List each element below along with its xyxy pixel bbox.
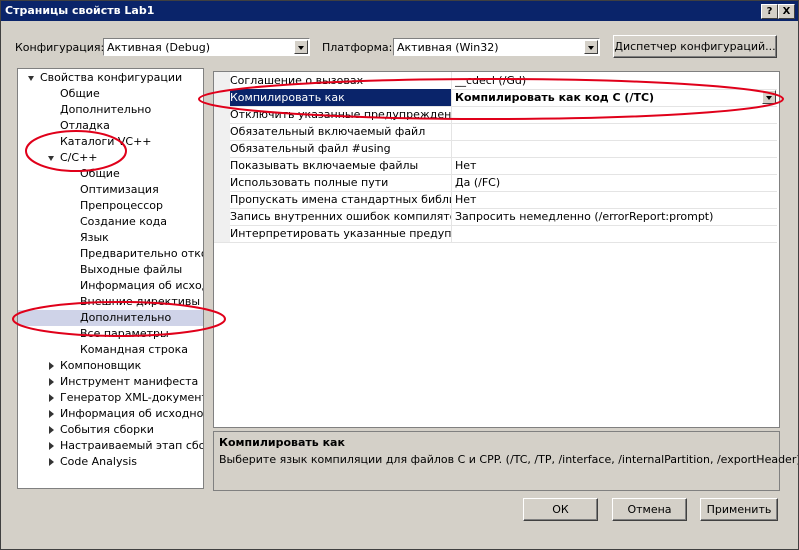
grid-row[interactable]: Показывать включаемые файлы Нет	[214, 157, 777, 175]
tree-item-code-analysis[interactable]: Code Analysis	[60, 454, 137, 470]
config-label: Конфигурация:	[15, 41, 105, 54]
tree-item-vc-directories[interactable]: Каталоги VC++	[60, 134, 152, 150]
window-title: Страницы свойств Lab1	[5, 4, 155, 17]
grid-row-selected[interactable]: Компилировать как Компилировать как код …	[214, 89, 777, 107]
grid-row[interactable]: Интерпретировать указанные предупреждени…	[214, 225, 777, 243]
tree-cpp-optimization[interactable]: Оптимизация	[80, 182, 159, 198]
grid-row[interactable]: Соглашение о вызовах __cdecl (/Gd)	[214, 72, 777, 90]
description-title: Компилировать как	[219, 436, 345, 449]
tree-root[interactable]: Свойства конфигурации	[40, 70, 182, 86]
tree-cpp-all-options[interactable]: Все параметры	[80, 326, 169, 342]
value-dropdown[interactable]	[761, 90, 776, 105]
help-button[interactable]: ?	[761, 4, 778, 19]
row-gutter	[214, 157, 230, 174]
tree-item-xml-generator[interactable]: Генератор XML-документов	[60, 390, 203, 406]
tree-cpp-language[interactable]: Язык	[80, 230, 109, 246]
tree-cpp-advanced[interactable]: Дополнительно	[80, 310, 171, 326]
row-gutter	[214, 174, 230, 191]
grid-row[interactable]: Обязательный файл #using	[214, 140, 777, 158]
expanded-arrow-icon[interactable]	[48, 156, 54, 161]
apply-button[interactable]: Применить	[700, 498, 778, 521]
row-gutter	[214, 140, 230, 157]
tree-item-manifest-tool[interactable]: Инструмент манифеста	[60, 374, 198, 390]
property-value[interactable]: Нет	[455, 157, 775, 174]
grid-row[interactable]: Пропускать имена стандартных библиотек Н…	[214, 191, 777, 209]
property-value[interactable]: Компилировать как код C (/TC)	[455, 89, 775, 106]
collapsed-arrow-icon[interactable]	[49, 442, 54, 450]
row-gutter	[214, 191, 230, 208]
property-name: Обязательный включаемый файл	[230, 123, 452, 140]
grid-row[interactable]: Использовать полные пути Да (/FC)	[214, 174, 777, 192]
property-name: Использовать полные пути	[230, 174, 452, 191]
property-value[interactable]: Да (/FC)	[455, 174, 775, 191]
platform-label: Платформа:	[322, 41, 393, 54]
ok-button[interactable]: ОК	[523, 498, 598, 521]
property-name: Соглашение о вызовах	[230, 72, 452, 89]
property-value[interactable]	[455, 140, 775, 157]
row-gutter	[214, 106, 230, 123]
config-combo-value: Активная (Debug)	[107, 41, 211, 54]
property-name: Интерпретировать указанные предупреждени…	[230, 225, 452, 242]
collapsed-arrow-icon[interactable]	[49, 378, 54, 386]
row-gutter	[214, 123, 230, 140]
config-combo[interactable]: Активная (Debug)	[103, 38, 310, 56]
tree-item-build-events[interactable]: События сборки	[60, 422, 154, 438]
collapsed-arrow-icon[interactable]	[49, 362, 54, 370]
tree-cpp-precompiled-headers[interactable]: Предварительно откомпилированные заголов…	[80, 246, 203, 262]
tree-item-general[interactable]: Общие	[60, 86, 100, 102]
property-grid[interactable]: Соглашение о вызовах __cdecl (/Gd) Компи…	[213, 71, 780, 428]
chevron-down-icon[interactable]	[294, 40, 308, 54]
tree-cpp-output-files[interactable]: Выходные файлы	[80, 262, 182, 278]
description-panel: Компилировать как Выберите язык компиляц…	[213, 431, 798, 491]
collapsed-arrow-icon[interactable]	[49, 410, 54, 418]
close-button[interactable]: X	[778, 4, 795, 19]
tree-item-browse-information[interactable]: Информация об исходном коде	[60, 406, 203, 422]
platform-combo-value: Активная (Win32)	[397, 41, 499, 54]
property-name: Обязательный файл #using	[230, 140, 452, 157]
platform-combo[interactable]: Активная (Win32)	[393, 38, 600, 56]
description-text: Выберите язык компиляции для файлов C и …	[219, 453, 799, 466]
cancel-button[interactable]: Отмена	[612, 498, 687, 521]
config-manager-button[interactable]: Диспетчер конфигураций...	[613, 35, 777, 58]
row-gutter	[214, 89, 230, 106]
property-value[interactable]	[455, 225, 775, 242]
property-name: Отключить указанные предупреждения	[230, 106, 452, 123]
config-tree[interactable]: Свойства конфигурации Общие Дополнительн…	[17, 68, 204, 489]
property-value[interactable]	[455, 106, 775, 123]
collapsed-arrow-icon[interactable]	[49, 458, 54, 466]
title-bar: Страницы свойств Lab1 ? X	[1, 1, 798, 21]
property-value[interactable]: Нет	[455, 191, 775, 208]
tree-cpp-general[interactable]: Общие	[80, 166, 120, 182]
property-value[interactable]	[455, 123, 775, 140]
tree-item-advanced[interactable]: Дополнительно	[60, 102, 151, 118]
expanded-arrow-icon[interactable]	[28, 76, 34, 81]
tree-cpp-preprocessor[interactable]: Препроцессор	[80, 198, 163, 214]
property-name: Показывать включаемые файлы	[230, 157, 452, 174]
tree-item-custom-build-step[interactable]: Настраиваемый этап сборки	[60, 438, 203, 454]
property-name: Пропускать имена стандартных библиотек	[230, 191, 452, 208]
grid-row[interactable]: Обязательный включаемый файл	[214, 123, 777, 141]
property-name: Компилировать как	[230, 89, 452, 106]
tree-item-debugging[interactable]: Отладка	[60, 118, 110, 134]
tree-cpp-browse-info[interactable]: Информация об исходном файле	[80, 278, 203, 294]
tree-item-linker[interactable]: Компоновщик	[60, 358, 141, 374]
property-value[interactable]: Запросить немедленно (/errorReport:promp…	[455, 208, 775, 225]
row-gutter	[214, 225, 230, 242]
chevron-down-icon[interactable]	[762, 90, 776, 104]
row-gutter	[214, 72, 230, 89]
chevron-down-icon[interactable]	[584, 40, 598, 54]
tree-cpp-command-line[interactable]: Командная строка	[80, 342, 188, 358]
property-value[interactable]: __cdecl (/Gd)	[455, 72, 775, 89]
grid-row[interactable]: Отключить указанные предупреждения	[214, 106, 777, 124]
tree-cpp-external-includes[interactable]: Внешние директивы include	[80, 294, 203, 310]
collapsed-arrow-icon[interactable]	[49, 426, 54, 434]
tree-cpp-code-generation[interactable]: Создание кода	[80, 214, 167, 230]
property-pages-window: Страницы свойств Lab1 ? X Конфигурация: …	[0, 0, 799, 550]
row-gutter	[214, 208, 230, 225]
collapsed-arrow-icon[interactable]	[49, 394, 54, 402]
grid-row[interactable]: Запись внутренних ошибок компилятора Зап…	[214, 208, 777, 226]
property-name: Запись внутренних ошибок компилятора	[230, 208, 452, 225]
tree-item-cpp[interactable]: C/C++	[60, 150, 98, 166]
